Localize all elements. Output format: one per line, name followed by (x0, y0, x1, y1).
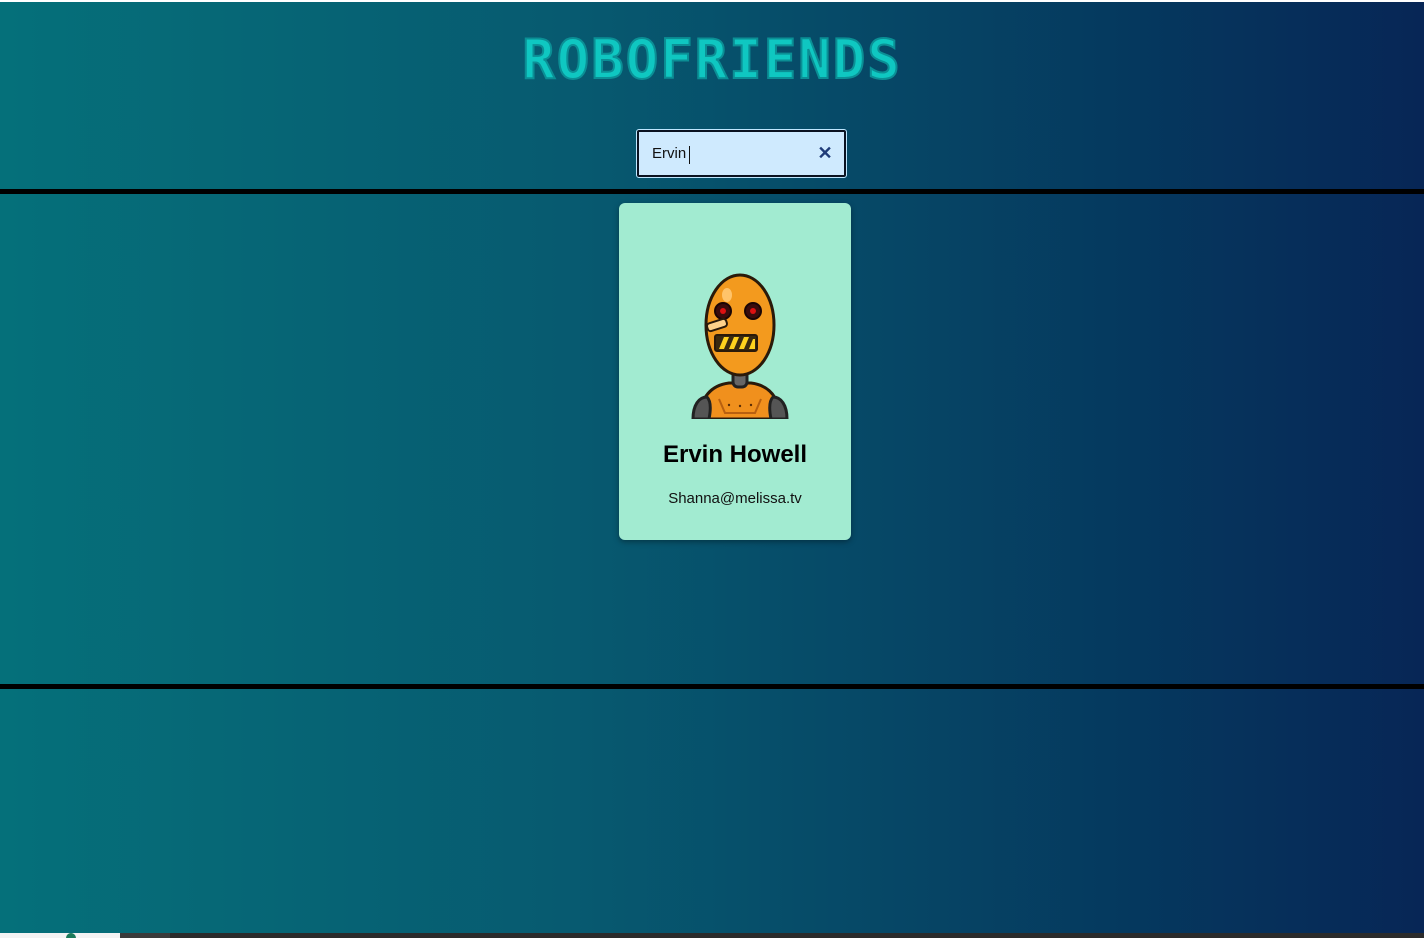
window-top-edge (0, 0, 1424, 2)
taskbar-active-app[interactable] (120, 933, 170, 938)
page-title: ROBOFRIENDS (521, 27, 902, 92)
close-icon[interactable]: ✕ (816, 144, 834, 162)
taskbar-start-area[interactable] (0, 933, 120, 938)
orange-robot-avatar (691, 273, 789, 419)
scroll-bottom-border (0, 684, 1424, 689)
robot-email: Shanna@melissa.tv (668, 490, 802, 507)
text-caret (689, 146, 690, 164)
robot-name: Ervin Howell (662, 441, 808, 468)
robot-card[interactable]: Ervin Howell Shanna@melissa.tv (619, 203, 851, 540)
robots-scroll-area[interactable]: Ervin Howell Shanna@melissa.tv (0, 194, 1424, 684)
search-box[interactable]: ✕ (636, 129, 847, 178)
search-input[interactable] (652, 132, 812, 175)
taskbar-app-icon[interactable] (66, 933, 76, 938)
os-taskbar (0, 933, 1424, 938)
